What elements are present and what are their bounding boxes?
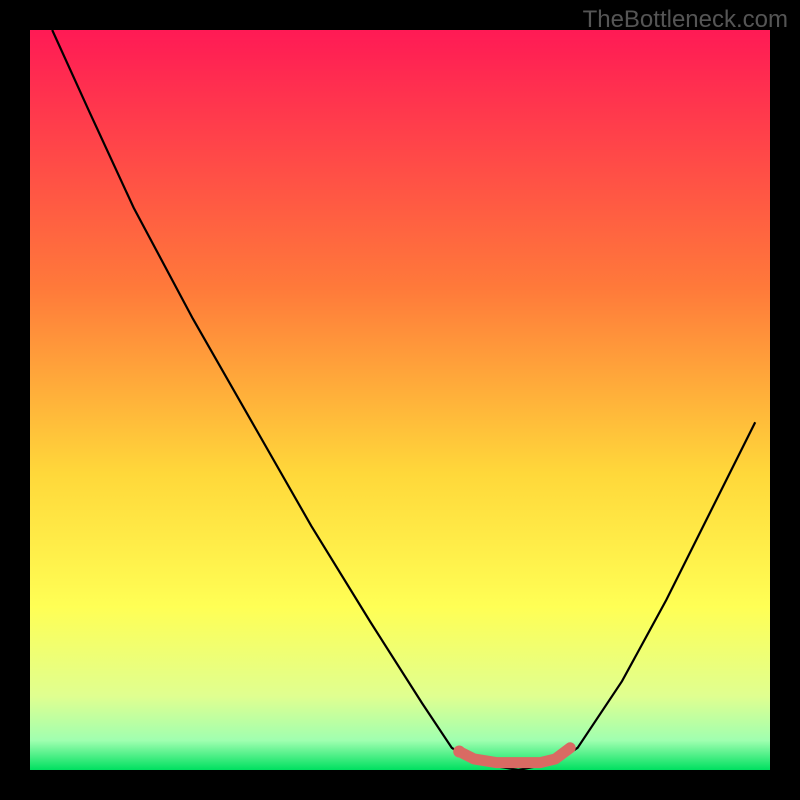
plot-area	[30, 30, 770, 770]
gradient-background	[30, 30, 770, 770]
watermark-text: TheBottleneck.com	[583, 6, 788, 34]
chart-svg	[30, 30, 770, 770]
chart-container: TheBottleneck.com	[0, 0, 800, 800]
